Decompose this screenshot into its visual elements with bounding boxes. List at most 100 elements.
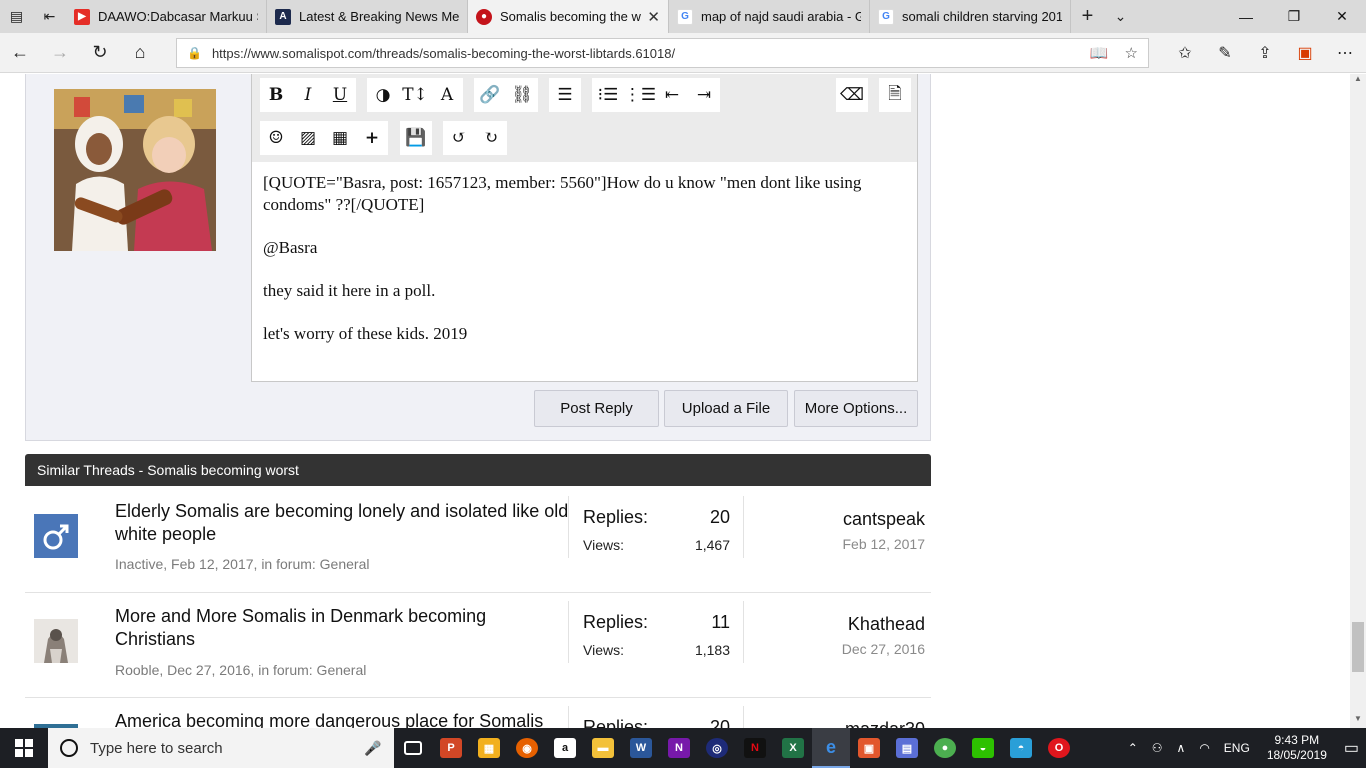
language-indicator[interactable]: ENG (1217, 741, 1257, 755)
thread-avatar[interactable] (34, 619, 78, 663)
scroll-down-icon[interactable]: ▼ (1350, 714, 1366, 728)
new-tab-icon[interactable]: + (1071, 0, 1104, 33)
people-icon[interactable]: ⚇ (1145, 741, 1170, 755)
tab-actions-icon[interactable]: ▤ (0, 0, 33, 33)
office-extension-icon[interactable]: ▣ (1285, 43, 1325, 63)
bold-icon[interactable]: B (260, 78, 292, 112)
upload-file-button[interactable]: Upload a File (664, 390, 788, 427)
photos-icon[interactable]: ▣ (850, 728, 888, 768)
bullet-list-icon[interactable]: ⁝☰ (592, 78, 624, 112)
windows-start-icon[interactable] (0, 728, 48, 768)
refresh-icon[interactable]: ↻ (80, 33, 120, 73)
onenote-icon[interactable]: N (660, 728, 698, 768)
thread-title-link[interactable]: America becoming more dangerous place fo… (115, 710, 570, 728)
outdent-icon[interactable]: ⇤ (656, 78, 688, 112)
link-icon[interactable]: 🔗 (474, 78, 506, 112)
image-icon[interactable]: ▨ (292, 121, 324, 155)
browser-tab[interactable]: G somali children starving 201 (870, 0, 1071, 33)
minimize-icon[interactable]: — (1222, 0, 1270, 33)
reading-view-icon[interactable]: 📖 (1090, 44, 1109, 62)
font-family-icon[interactable]: A (431, 78, 463, 112)
redo-icon[interactable]: ↻ (475, 121, 507, 155)
avatar-image (34, 619, 78, 663)
home-icon[interactable]: ⌂ (120, 33, 160, 73)
align-left-icon[interactable]: ☰ (549, 78, 581, 112)
powerpoint-icon[interactable]: P (432, 728, 470, 768)
scroll-up-icon[interactable]: ▲ (1350, 74, 1366, 88)
address-field[interactable]: 🔒 https://www.somalispot.com/threads/som… (176, 38, 1149, 68)
forward-icon[interactable]: → (40, 33, 80, 73)
last-poster-link[interactable]: cantspeak (843, 509, 925, 530)
notifications-icon[interactable]: ▭ (1337, 738, 1366, 758)
tab-preview-chevron-icon[interactable]: ⌄ (1104, 0, 1137, 33)
word-icon[interactable]: W (622, 728, 660, 768)
message-editor[interactable]: B I U ◑ T↕ A 🔗 ⛓ ☰ ⁝☰ ⋮☰ ⇤ ⇥ ⌫ 🗎 ☺ ▨ ▦ +… (251, 74, 918, 382)
url-text[interactable]: https://www.somalispot.com/threads/somal… (212, 46, 1074, 61)
media-player-icon[interactable]: ◎ (698, 728, 736, 768)
indent-icon[interactable]: ⇥ (688, 78, 720, 112)
list-group: ⁝☰ ⋮☰ ⇤ ⇥ (592, 78, 720, 112)
editor-toolbar: B I U ◑ T↕ A 🔗 ⛓ ☰ ⁝☰ ⋮☰ ⇤ ⇥ ⌫ 🗎 ☺ ▨ ▦ +… (252, 74, 917, 162)
share-icon[interactable]: ⇪ (1245, 43, 1285, 63)
back-icon[interactable]: ← (0, 33, 40, 73)
chrome-icon[interactable]: ● (926, 728, 964, 768)
editor-content[interactable]: [QUOTE="Basra, post: 1657123, member: 55… (252, 162, 917, 376)
eraser-icon[interactable]: ⌫ (836, 78, 868, 112)
close-tab-icon[interactable]: ✕ (647, 8, 660, 26)
unlink-icon[interactable]: ⛓ (506, 78, 538, 112)
set-tabs-aside-icon[interactable]: ⇤ (33, 0, 66, 33)
calendar-app-icon[interactable]: ▤ (888, 728, 926, 768)
last-poster-link[interactable]: Khathead (848, 614, 925, 635)
messenger-icon[interactable]: ◓ (1002, 728, 1040, 768)
text-color-icon[interactable]: ◑ (367, 78, 399, 112)
favorite-star-icon[interactable]: ☆ (1125, 44, 1138, 62)
task-view-icon[interactable] (394, 728, 432, 768)
thread-title-link[interactable]: Elderly Somalis are becoming lonely and … (115, 500, 570, 546)
browser-tab-active[interactable]: ● Somalis becoming the w ✕ (468, 0, 669, 33)
last-poster-link[interactable]: mazdar30 (845, 719, 925, 728)
wechat-icon[interactable]: ◒ (964, 728, 1002, 768)
media-icon[interactable]: ▦ (324, 121, 356, 155)
insert-more-icon[interactable]: + (356, 121, 388, 155)
edge-icon[interactable]: e (812, 728, 850, 768)
page-scrollbar[interactable]: ▲ ▼ (1350, 74, 1366, 728)
thread-avatar[interactable] (34, 514, 78, 558)
more-menu-icon[interactable]: ⋯ (1325, 43, 1365, 63)
taskbar-search-field[interactable]: Type here to search 🎤 (48, 728, 394, 768)
editor-paragraph: they said it here in a poll. (263, 281, 436, 300)
netflix-icon[interactable]: N (736, 728, 774, 768)
firefox-icon[interactable]: ◉ (508, 728, 546, 768)
save-draft-icon[interactable]: 💾 (400, 121, 432, 155)
opera-icon[interactable]: O (1040, 728, 1078, 768)
undo-icon[interactable]: ↺ (443, 121, 475, 155)
underline-icon[interactable]: U (324, 78, 356, 112)
last-post-date[interactable]: Feb 12, 2017 (842, 536, 925, 552)
browser-tab[interactable]: A Latest & Breaking News Me (267, 0, 468, 33)
excel-icon[interactable]: X (774, 728, 812, 768)
thread-stats: Replies: 11 Views: 1,183 (568, 601, 744, 663)
amazon-icon[interactable]: a (546, 728, 584, 768)
post-reply-button[interactable]: Post Reply (534, 390, 659, 427)
wifi-icon[interactable]: ◠ (1192, 741, 1216, 755)
smiley-icon[interactable]: ☺ (260, 121, 292, 155)
browser-tab[interactable]: G map of najd saudi arabia - G (669, 0, 870, 33)
thread-title-link[interactable]: More and More Somalis in Denmark becomin… (115, 605, 570, 651)
show-hidden-icons-icon[interactable]: ∧ (1170, 741, 1193, 755)
browser-tab[interactable]: ▶ DAAWO:Dabcasar Markuu S (66, 0, 267, 33)
clock[interactable]: 9:43 PM 18/05/2019 (1257, 733, 1337, 763)
bbcode-toggle-icon[interactable]: 🗎 (879, 78, 911, 112)
italic-icon[interactable]: I (292, 78, 324, 112)
microphone-icon[interactable]: 🎤 (364, 740, 394, 757)
store-icon[interactable]: ▦ (470, 728, 508, 768)
favorites-hub-icon[interactable]: ✩ (1165, 43, 1205, 63)
scrollbar-thumb[interactable] (1352, 622, 1364, 672)
file-explorer-icon[interactable]: ▬ (584, 728, 622, 768)
more-options-button[interactable]: More Options... (794, 390, 918, 427)
font-size-icon[interactable]: T↕ (399, 78, 431, 112)
last-post-date[interactable]: Dec 27, 2016 (842, 641, 925, 657)
numbered-list-icon[interactable]: ⋮☰ (624, 78, 656, 112)
pen-notes-icon[interactable]: ✎ (1205, 43, 1245, 63)
close-window-icon[interactable]: ✕ (1318, 0, 1366, 33)
tray-scroll-icon[interactable]: ⌃ (1121, 741, 1145, 755)
restore-icon[interactable]: ❐ (1270, 0, 1318, 33)
